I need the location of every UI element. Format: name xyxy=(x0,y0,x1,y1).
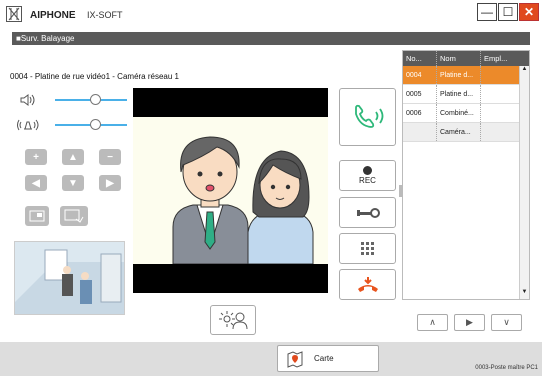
list-scrollbar[interactable]: ▲ ▼ xyxy=(519,66,529,299)
table-row[interactable]: 0005 Platine d... xyxy=(403,85,529,104)
slider-knob[interactable] xyxy=(89,94,101,105)
row-name: Platine d... xyxy=(436,66,480,84)
door-release-button[interactable] xyxy=(339,197,396,228)
row-number xyxy=(403,123,436,141)
product-name: IX-SOFT xyxy=(87,10,123,20)
row-name: Combiné... xyxy=(436,104,480,122)
keypad-button[interactable] xyxy=(339,233,396,264)
answer-call-button[interactable] xyxy=(339,88,396,146)
mode-bar: ■Surv. Balayage xyxy=(12,32,530,45)
light-brightness-button[interactable] xyxy=(210,305,256,335)
row-location xyxy=(480,66,517,84)
brightness-person-icon xyxy=(219,311,248,330)
aiphone-logo-icon xyxy=(6,6,22,22)
screen-switch-icon xyxy=(64,209,84,223)
slider-knob[interactable] xyxy=(89,119,101,130)
zoom-out-button[interactable]: − xyxy=(99,149,121,165)
close-button[interactable]: ✕ xyxy=(519,3,539,21)
screen-layout-icon xyxy=(29,210,45,222)
record-label: REC xyxy=(359,176,376,185)
record-button[interactable]: REC xyxy=(339,160,396,191)
map-button[interactable]: Carte xyxy=(277,345,379,372)
pan-right-button[interactable]: ▶ xyxy=(99,175,121,191)
key-icon xyxy=(356,207,380,218)
row-name: Caméra... xyxy=(436,123,480,141)
list-down-button[interactable]: ∨ xyxy=(491,314,522,331)
secondary-camera-thumbnail[interactable] xyxy=(14,241,125,315)
table-header: No... Nom Empl... xyxy=(403,51,529,66)
row-number: 0004 xyxy=(406,72,422,79)
list-play-button[interactable]: ▶ xyxy=(454,314,485,331)
pan-up-button[interactable]: ▲ xyxy=(62,149,84,165)
station-list-panel: No... Nom Empl... 0004 Platine d... 0005… xyxy=(402,50,530,300)
camera-title: 0004 - Platine de rue vidéo1 - Caméra ré… xyxy=(10,72,179,81)
row-location xyxy=(480,104,517,122)
row-name: Platine d... xyxy=(436,85,480,103)
microphone-volume-slider[interactable] xyxy=(55,119,127,130)
layout-switch-button[interactable] xyxy=(60,206,88,226)
column-header-number[interactable]: No... xyxy=(403,51,436,66)
row-number: 0006 xyxy=(406,110,422,117)
column-header-location[interactable]: Empl... xyxy=(480,51,517,66)
row-location xyxy=(480,123,517,141)
record-icon xyxy=(363,166,372,175)
keypad-icon xyxy=(360,241,374,255)
speaker-volume-slider[interactable] xyxy=(55,94,127,105)
answer-call-icon xyxy=(354,104,383,128)
hang-up-button[interactable] xyxy=(339,269,396,300)
map-label: Carte xyxy=(314,354,334,363)
map-icon xyxy=(287,350,303,368)
row-number: 0005 xyxy=(406,91,422,98)
scroll-up-arrow[interactable]: ▲ xyxy=(520,66,529,76)
video-frame xyxy=(133,117,328,264)
pan-down-button[interactable]: ▼ xyxy=(62,175,84,191)
minimize-button[interactable]: — xyxy=(477,3,497,21)
microphone-volume-icon xyxy=(14,119,40,133)
table-row[interactable]: Caméra... xyxy=(403,123,529,142)
scroll-down-arrow[interactable]: ▼ xyxy=(520,289,529,299)
station-status: 0003-Poste maître PC1 xyxy=(475,365,538,371)
maximize-button[interactable]: ☐ xyxy=(498,3,518,21)
hang-up-icon xyxy=(357,276,378,292)
layout-single-button[interactable] xyxy=(25,206,49,226)
column-header-name[interactable]: Nom xyxy=(436,51,480,66)
title-bar: AIPHONE IX-SOFT — ☐ ✕ xyxy=(0,0,542,30)
pan-left-button[interactable]: ◀ xyxy=(25,175,47,191)
row-location xyxy=(480,85,517,103)
table-row[interactable]: 0004 Platine d... xyxy=(403,66,529,85)
footer-bar xyxy=(0,342,542,376)
speaker-volume-icon xyxy=(20,94,38,108)
table-row[interactable]: 0006 Combiné... xyxy=(403,104,529,123)
main-video-view[interactable] xyxy=(133,88,328,293)
list-up-button[interactable]: ∧ xyxy=(417,314,448,331)
brand-name: AIPHONE xyxy=(30,10,76,21)
zoom-in-button[interactable]: + xyxy=(25,149,47,165)
